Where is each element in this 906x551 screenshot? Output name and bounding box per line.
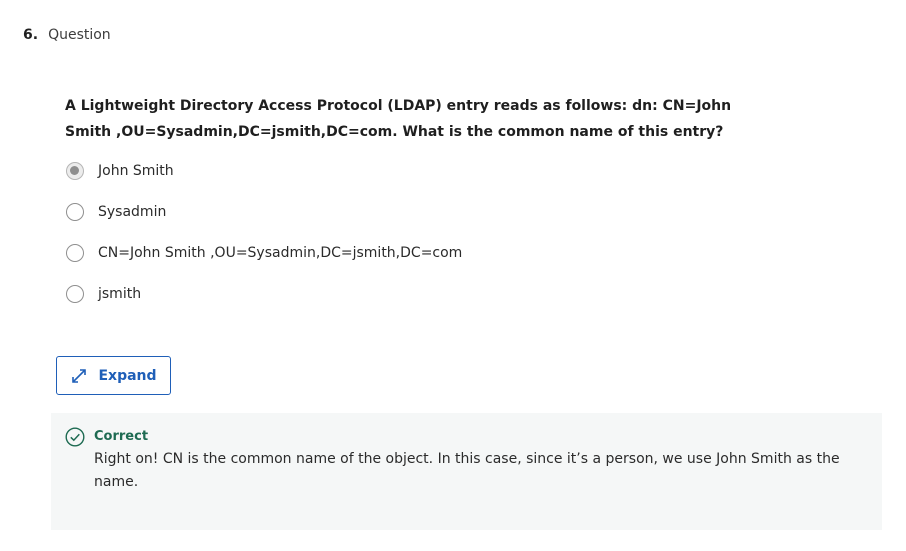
radio-button[interactable]	[66, 244, 84, 262]
option-label: jsmith	[98, 286, 142, 302]
question-header: 6. Question	[23, 27, 111, 43]
expand-arrows-icon	[70, 367, 88, 385]
option-label: Sysadmin	[98, 204, 167, 220]
option-label: CN=John Smith ,OU=Sysadmin,DC=jsmith,DC=…	[98, 245, 463, 261]
radio-button[interactable]	[66, 285, 84, 303]
radio-button[interactable]	[66, 203, 84, 221]
check-circle-icon	[65, 427, 85, 447]
expand-button-label: Expand	[98, 367, 157, 384]
option-sysadmin[interactable]: Sysadmin	[66, 200, 766, 224]
feedback-title: Correct	[94, 429, 149, 444]
question-number: 6.	[23, 27, 39, 43]
answer-options: John Smith Sysadmin CN=John Smith ,OU=Sy…	[66, 159, 766, 323]
option-full-dn[interactable]: CN=John Smith ,OU=Sysadmin,DC=jsmith,DC=…	[66, 241, 766, 265]
radio-button-selected[interactable]	[66, 162, 84, 180]
expand-button[interactable]: Expand	[56, 356, 171, 395]
question-prompt: A Lightweight Directory Access Protocol …	[65, 98, 732, 140]
option-john-smith[interactable]: John Smith	[66, 159, 766, 183]
option-label: John Smith	[98, 163, 174, 179]
question-label: Question	[48, 27, 111, 43]
feedback-text: Right on! CN is the common name of the o…	[94, 451, 840, 490]
feedback-panel: Correct Right on! CN is the common name …	[51, 413, 882, 530]
option-jsmith[interactable]: jsmith	[66, 282, 766, 306]
